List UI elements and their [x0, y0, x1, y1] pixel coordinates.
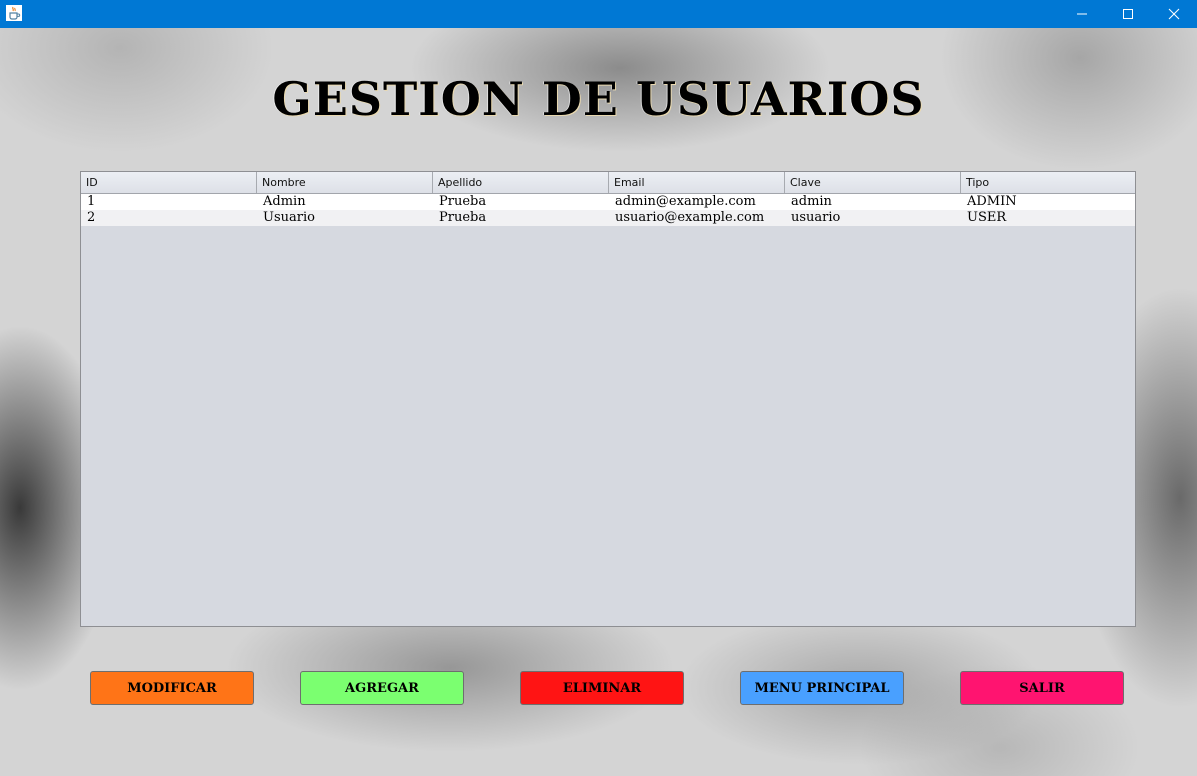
cell-clave[interactable]: usuario [785, 210, 961, 226]
table-row[interactable]: 1 Admin Prueba admin@example.com admin A… [81, 194, 1135, 210]
cell-clave[interactable]: admin [785, 194, 961, 210]
column-header-email[interactable]: Email [609, 172, 785, 193]
main-panel: GESTION DE USUARIOS ID Nombre Apellido E… [0, 28, 1197, 776]
cell-email[interactable]: usuario@example.com [609, 210, 785, 226]
column-header-tipo[interactable]: Tipo [961, 172, 1135, 193]
title-bar[interactable] [0, 0, 1197, 28]
cell-nombre[interactable]: Admin [257, 194, 433, 210]
close-icon[interactable] [1151, 0, 1197, 28]
cell-apellido[interactable]: Prueba [433, 194, 609, 210]
cell-tipo[interactable]: ADMIN [961, 194, 1135, 210]
page-title: GESTION DE USUARIOS [272, 72, 925, 126]
modificar-button[interactable]: MODIFICAR [90, 671, 254, 705]
column-header-clave[interactable]: Clave [785, 172, 961, 193]
cell-id[interactable]: 2 [81, 210, 257, 226]
menu-principal-button[interactable]: MENU PRINCIPAL [740, 671, 904, 705]
cell-id[interactable]: 1 [81, 194, 257, 210]
agregar-button[interactable]: AGREGAR [300, 671, 464, 705]
column-header-id[interactable]: ID [81, 172, 257, 193]
cell-email[interactable]: admin@example.com [609, 194, 785, 210]
cell-nombre[interactable]: Usuario [257, 210, 433, 226]
cell-apellido[interactable]: Prueba [433, 210, 609, 226]
app-window: GESTION DE USUARIOS ID Nombre Apellido E… [0, 0, 1197, 776]
cell-tipo[interactable]: USER [961, 210, 1135, 226]
users-table[interactable]: ID Nombre Apellido Email Clave Tipo 1 Ad… [80, 171, 1136, 627]
table-header: ID Nombre Apellido Email Clave Tipo [81, 172, 1135, 194]
column-header-nombre[interactable]: Nombre [257, 172, 433, 193]
table-row[interactable]: 2 Usuario Prueba usuario@example.com usu… [81, 210, 1135, 226]
java-cup-icon [6, 5, 22, 21]
minimize-icon[interactable] [1059, 0, 1105, 28]
column-header-apellido[interactable]: Apellido [433, 172, 609, 193]
maximize-icon[interactable] [1105, 0, 1151, 28]
salir-button[interactable]: SALIR [960, 671, 1124, 705]
eliminar-button[interactable]: ELIMINAR [520, 671, 684, 705]
